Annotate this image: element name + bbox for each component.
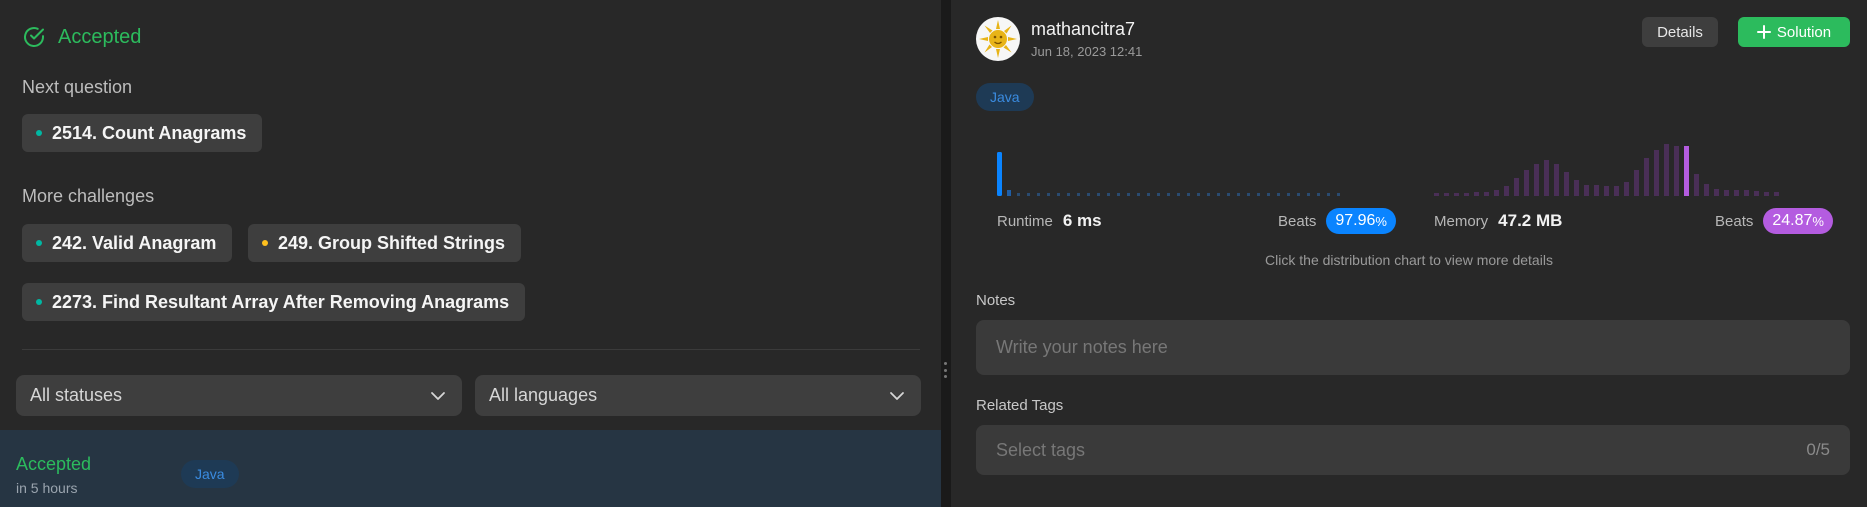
submission-row[interactable]: Accepted in 5 hours Java	[0, 430, 941, 507]
left-pane: Accepted Next question 2514. Count Anagr…	[0, 0, 941, 507]
status-filter-value: All statuses	[30, 385, 123, 405]
chevron-down-icon	[431, 391, 445, 400]
status-filter-select[interactable]: All statuses	[16, 375, 462, 416]
memory-beats-label: Beats	[1715, 212, 1754, 230]
difficulty-dot	[262, 240, 268, 246]
more-challenges-label: More challenges	[22, 186, 155, 206]
difficulty-dot	[36, 299, 42, 305]
distribution-hint: Click the distribution chart to view mor…	[1265, 252, 1553, 268]
challenge-chip[interactable]: 242. Valid Anagram	[22, 224, 233, 262]
memory-beats-badge: 24.87%	[1763, 208, 1833, 234]
runtime-beats-label: Beats	[1278, 212, 1317, 230]
memory-beats: Beats 24.87%	[1715, 208, 1833, 234]
runtime-beats-badge: 97.96%	[1326, 208, 1396, 234]
submission-page: Accepted Next question 2514. Count Anagr…	[0, 0, 1867, 507]
submission-date: Jun 18, 2023 12:41	[1031, 44, 1143, 59]
plus-icon	[1756, 25, 1771, 39]
challenge-title: 249. Group Shifted Strings	[278, 232, 506, 253]
runtime-label: Runtime	[997, 212, 1053, 230]
tags-placeholder: Select tags	[996, 439, 1086, 460]
related-tags-label: Related Tags	[976, 397, 1064, 414]
memory-label: Memory	[1434, 212, 1489, 230]
notes-label: Notes	[976, 292, 1016, 309]
details-button[interactable]: Details	[1642, 17, 1718, 47]
memory-value: 47.2 MB	[1498, 211, 1563, 230]
runtime-beats: Beats 97.96%	[1278, 208, 1396, 234]
solution-label: Solution	[1776, 23, 1832, 41]
accepted-header: Accepted	[22, 25, 141, 49]
submission-language-badge: Java	[181, 460, 239, 488]
language-filter-select[interactable]: All languages	[475, 375, 921, 416]
tags-counter: 0/5	[1806, 440, 1830, 459]
difficulty-dot	[36, 240, 42, 246]
submission-time: in 5 hours	[16, 480, 78, 496]
challenge-title: 242. Valid Anagram	[52, 232, 217, 253]
next-question-title: 2514. Count Anagrams	[52, 122, 247, 143]
username[interactable]: mathancitra7	[1031, 19, 1135, 40]
challenge-title: 2273. Find Resultant Array After Removin…	[52, 291, 510, 312]
check-circle-icon	[24, 27, 44, 47]
notes-input[interactable]: Write your notes here	[976, 320, 1850, 375]
difficulty-dot	[36, 130, 42, 136]
challenge-chip[interactable]: 2273. Find Resultant Array After Removin…	[22, 283, 526, 321]
challenge-chip[interactable]: 249. Group Shifted Strings	[248, 224, 522, 262]
solution-button[interactable]: Solution	[1738, 17, 1850, 47]
pane-resize-handle[interactable]	[941, 0, 951, 507]
runtime-metric: Runtime 6 ms	[997, 208, 1102, 234]
language-filter-value: All languages	[489, 385, 598, 405]
tags-select[interactable]: Select tags 0/5	[976, 425, 1850, 475]
right-pane: mathancitra7 Jun 18, 2023 12:41 Details …	[951, 0, 1867, 507]
divider	[22, 349, 920, 350]
submission-status: Accepted	[16, 454, 92, 474]
memory-distribution-chart[interactable]	[1434, 140, 1780, 196]
notes-placeholder: Write your notes here	[996, 337, 1168, 357]
memory-metric: Memory 47.2 MB	[1434, 208, 1562, 234]
drag-grip-icon	[944, 362, 947, 378]
runtime-value: 6 ms	[1062, 211, 1102, 230]
next-question-chip[interactable]: 2514. Count Anagrams	[22, 114, 263, 152]
next-question-label: Next question	[22, 77, 133, 97]
runtime-distribution-chart[interactable]	[997, 140, 1343, 196]
language-badge: Java	[976, 83, 1034, 111]
chevron-down-icon	[890, 391, 904, 400]
accepted-label: Accepted	[58, 25, 142, 48]
avatar[interactable]	[976, 17, 1020, 61]
